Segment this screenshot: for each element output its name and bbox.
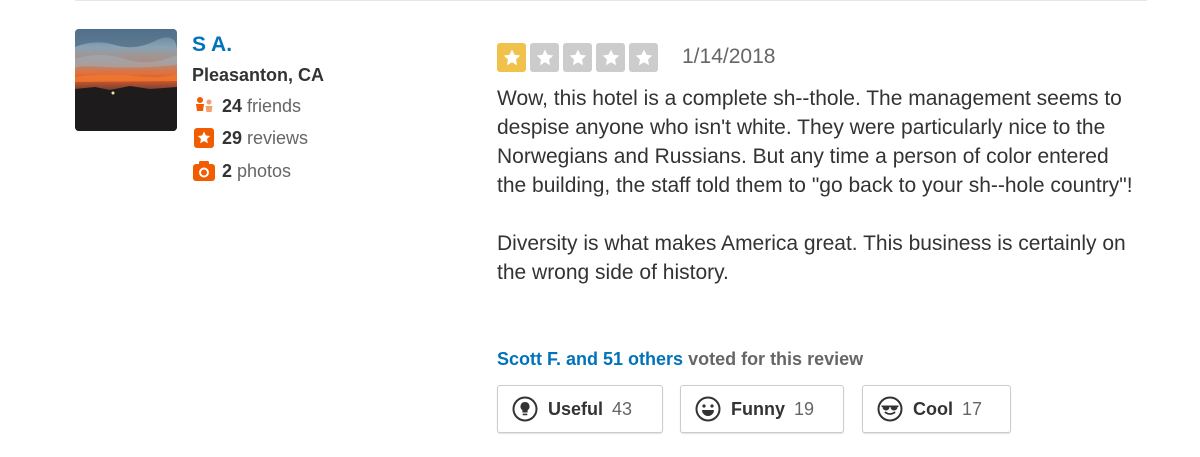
user-photos-stat: 2 photos <box>192 159 291 183</box>
review-date: 1/14/2018 <box>682 45 776 68</box>
star-filled-icon <box>497 43 526 72</box>
funny-label: Funny <box>731 398 785 419</box>
review-star-icon <box>192 126 216 150</box>
star-empty-icon <box>563 43 592 72</box>
useful-count: 43 <box>612 398 633 419</box>
photos-count: 2 <box>222 160 233 181</box>
camera-icon <box>192 159 216 183</box>
funny-button[interactable]: Funny 19 <box>680 385 844 433</box>
useful-button[interactable]: Useful 43 <box>497 385 663 433</box>
star-empty-icon <box>629 43 658 72</box>
funny-count: 19 <box>794 398 815 419</box>
star-rating <box>497 43 662 72</box>
cool-label: Cool <box>913 398 953 419</box>
user-friends-stat: 24 friends <box>192 94 301 118</box>
useful-label: Useful <box>548 398 604 419</box>
top-divider <box>75 0 1147 1</box>
user-reviews-stat: 29 reviews <box>192 126 308 150</box>
friends-icon <box>192 94 216 118</box>
review-paragraph: Diversity is what makes America great. T… <box>497 232 1126 284</box>
smiley-icon <box>695 396 721 422</box>
cool-button[interactable]: Cool 17 <box>862 385 1011 433</box>
reviews-count: 29 <box>222 127 243 148</box>
reviews-label: reviews <box>247 127 309 148</box>
star-empty-icon <box>530 43 559 72</box>
review-text: Wow, this hotel is a complete sh--thole.… <box>497 84 1137 316</box>
friends-label: friends <box>247 95 302 116</box>
star-empty-icon <box>596 43 625 72</box>
user-name-link[interactable]: S A. <box>192 33 232 57</box>
lightbulb-icon <box>512 396 538 422</box>
voters-suffix: voted for this review <box>688 349 864 369</box>
cool-count: 17 <box>962 398 983 419</box>
votes-summary: Scott F. and 51 others voted for this re… <box>497 349 863 370</box>
photos-label: photos <box>237 160 292 181</box>
sunglasses-face-icon <box>877 396 903 422</box>
friends-count: 24 <box>222 95 243 116</box>
voters-link[interactable]: Scott F. and 51 others <box>497 349 683 369</box>
review-paragraph: Wow, this hotel is a complete sh--thole.… <box>497 87 1133 197</box>
user-avatar[interactable] <box>75 29 177 131</box>
user-location: Pleasanton, CA <box>192 65 325 85</box>
